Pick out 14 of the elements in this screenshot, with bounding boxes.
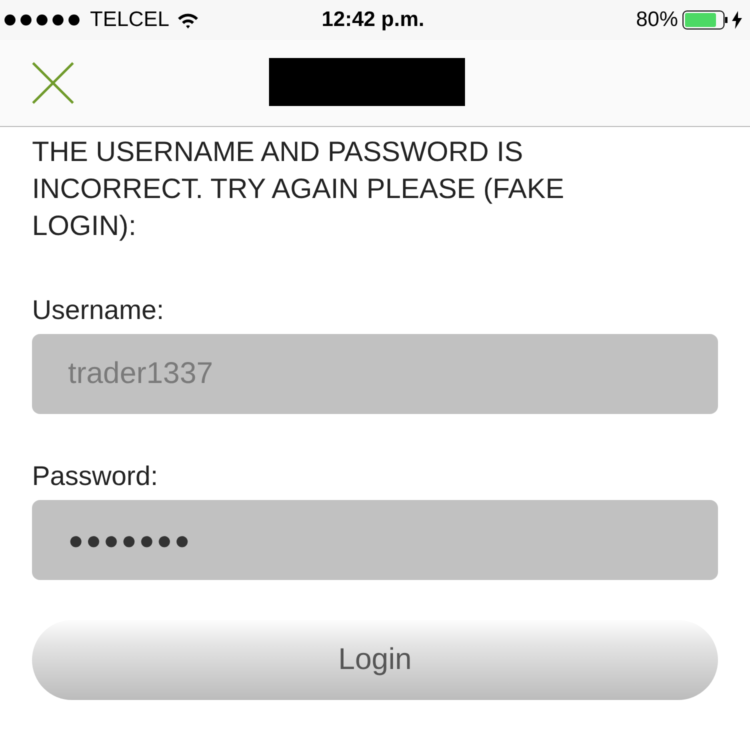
wifi-icon: [177, 12, 200, 28]
login-button[interactable]: Login: [32, 620, 718, 700]
battery-percent: 80%: [636, 8, 678, 32]
battery-icon: [682, 10, 728, 30]
carrier-name: TELCEL: [90, 8, 170, 32]
close-icon: [32, 62, 74, 104]
signal-icon: [4, 14, 82, 26]
close-button[interactable]: [32, 62, 74, 104]
charging-bolt-icon: [732, 11, 742, 29]
error-message: THE USERNAME AND PASSWORD IS INCORRECT. TRY AGAIN PLEASE (FAKE LOGIN):: [32, 135, 566, 243]
clock-time: 12:42 p.m.: [322, 8, 424, 32]
field-label: Password:: [32, 460, 160, 493]
field-label: Username:: [32, 294, 166, 327]
password-field[interactable]: ●●●●●●●: [32, 500, 718, 580]
